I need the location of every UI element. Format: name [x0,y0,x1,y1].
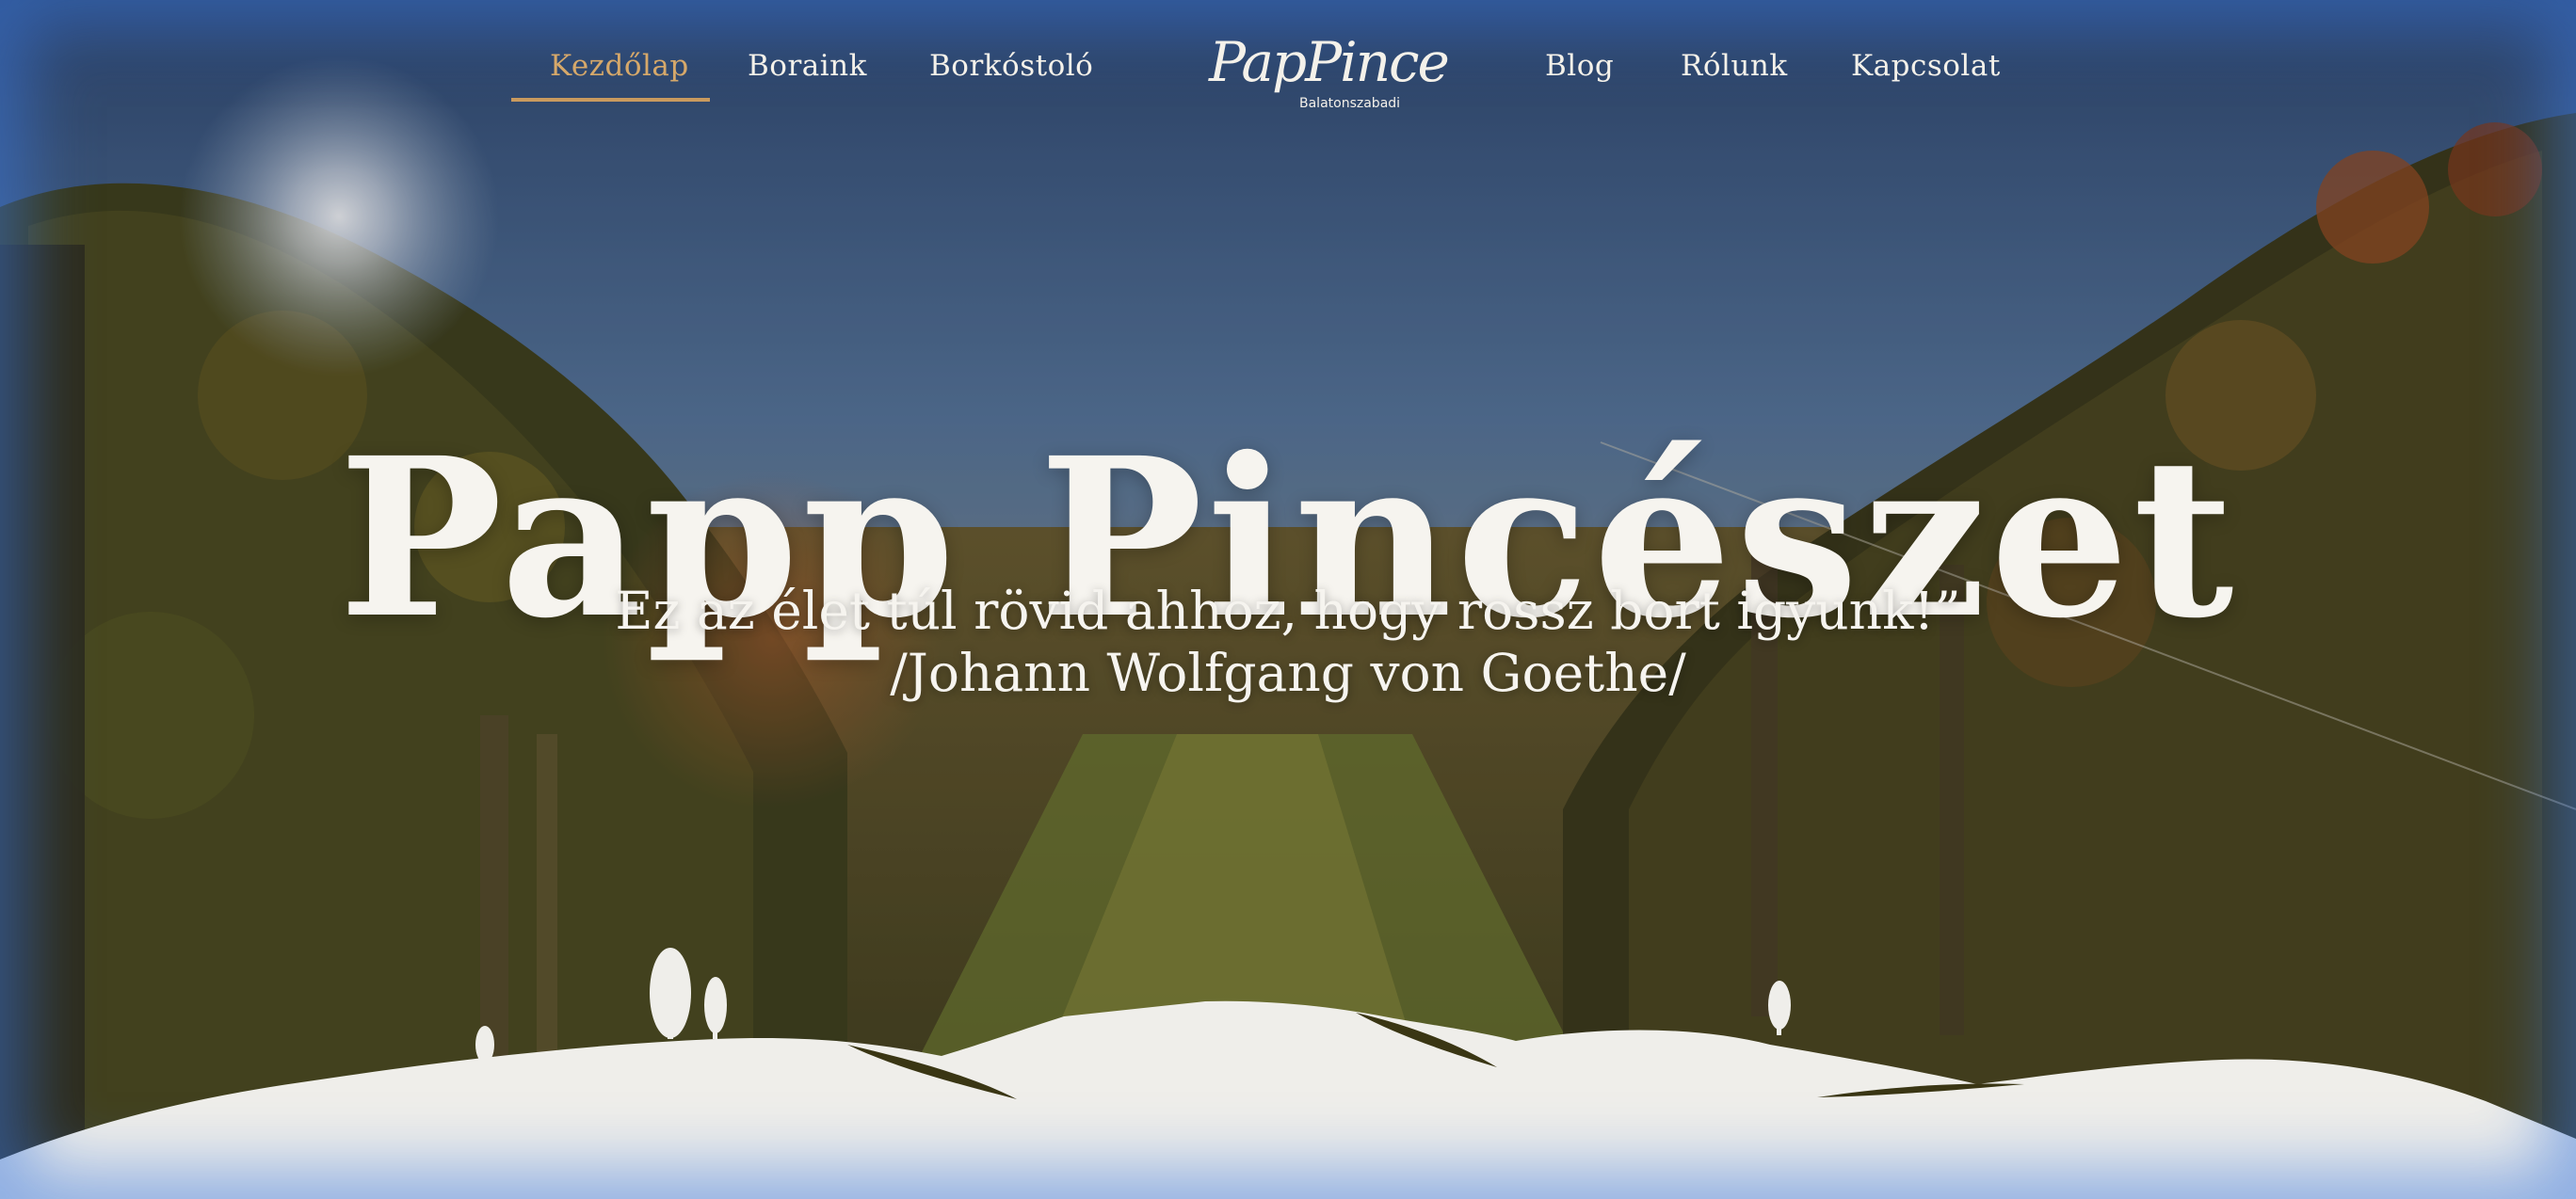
nav-item-borkostolo[interactable]: Borkóstoló [929,49,1093,83]
nav-item-kapcsolat[interactable]: Kapcsolat [1851,49,2001,83]
main-navigation: Kezdőlap Boraink Borkóstoló PapPince Bal… [0,0,2576,141]
quote-author: /Johann Wolfgang von Goethe/ [890,643,1686,703]
nav-item-blog[interactable]: Blog [1545,49,1614,83]
nav-active-underline [511,98,710,102]
nav-item-kezdolap[interactable]: Kezdőlap [550,49,689,83]
site-logo[interactable]: PapPince Balatonszabadi [1196,24,1450,119]
nav-item-rolunk[interactable]: Rólunk [1681,49,1788,83]
hero-quote: Ez az élet túl rövid ahhoz, hogy rossz b… [0,580,2576,704]
nav-item-boraink[interactable]: Boraink [748,49,867,83]
page: Kezdőlap Boraink Borkóstoló PapPince Bal… [0,0,2576,1199]
quote-text: Ez az élet túl rövid ahhoz, hogy rossz b… [615,581,1961,641]
logo-title: PapPince [1209,30,1450,94]
logo-subtitle: Balatonszabadi [1299,96,1401,111]
